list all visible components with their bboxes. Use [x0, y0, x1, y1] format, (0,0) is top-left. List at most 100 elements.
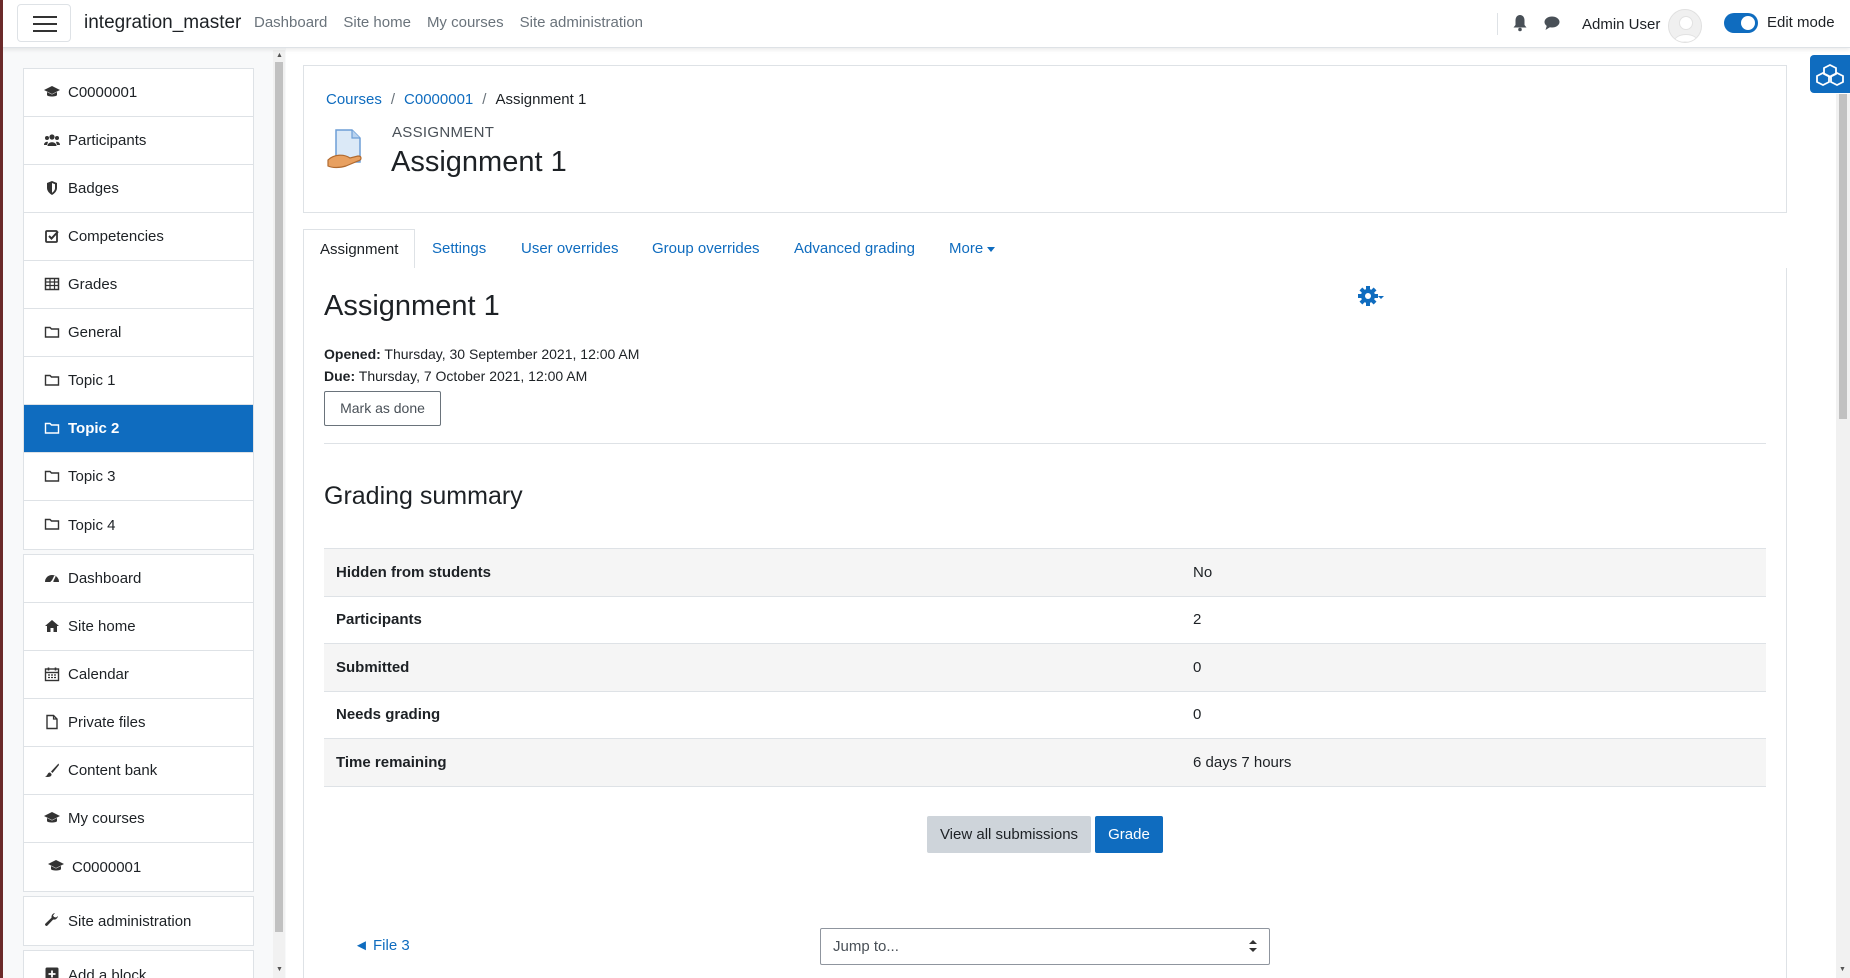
- gear-icon[interactable]: [1358, 284, 1384, 308]
- drawer-item-course[interactable]: C0000001: [24, 69, 253, 117]
- view-all-submissions-button[interactable]: View all submissions: [927, 816, 1091, 853]
- drawer-item-general[interactable]: General: [24, 309, 253, 357]
- user-avatar-icon: [1673, 16, 1699, 42]
- shield-icon: [47, 181, 57, 195]
- drawer-item-topic-1[interactable]: Topic 1: [24, 357, 253, 405]
- calendar-icon: [44, 667, 60, 682]
- edit-mode-toggle[interactable]: [1724, 13, 1758, 33]
- drawer-item-grades[interactable]: Grades: [24, 261, 253, 309]
- drawer-item-competencies[interactable]: Competencies: [24, 213, 253, 261]
- tab-user-overrides[interactable]: User overrides: [521, 229, 619, 269]
- drawer-item-participants[interactable]: Participants: [24, 117, 253, 165]
- grading-summary-title: Grading summary: [324, 482, 523, 510]
- tab-advanced-grading[interactable]: Advanced grading: [794, 229, 915, 269]
- drawer-item-content-bank[interactable]: Content bank: [24, 747, 253, 795]
- drawer-item-label: My courses: [68, 810, 145, 827]
- add-block-button[interactable]: Add a block: [24, 951, 253, 978]
- site-navigation-block: Dashboard Site home Calendar Private fil…: [23, 554, 254, 892]
- drawer-item-topic-3[interactable]: Topic 3: [24, 453, 253, 501]
- course-navigation-block: C0000001 Participants Badges Competencie…: [23, 68, 254, 550]
- dashboard-icon: [45, 575, 59, 584]
- page-scrollbar[interactable]: [1836, 94, 1850, 978]
- scroll-up-arrow-icon[interactable]: ▲: [276, 52, 283, 59]
- window-edge: [0, 0, 3, 978]
- opened-label: Opened:: [324, 346, 381, 362]
- breadcrumb-courses-link[interactable]: Courses: [326, 91, 382, 108]
- drawer-item-course-c0000001[interactable]: C0000001: [24, 843, 253, 891]
- folder-icon: [44, 326, 60, 338]
- chat-icon[interactable]: [1543, 14, 1561, 32]
- drawer-item-label: General: [68, 324, 122, 341]
- breadcrumb-separator: /: [390, 91, 396, 108]
- drawer-item-badges[interactable]: Badges: [24, 165, 253, 213]
- site-name-link[interactable]: integration_master: [84, 12, 241, 34]
- mark-as-done-button[interactable]: Mark as done: [324, 391, 441, 426]
- home-icon: [45, 620, 59, 632]
- drawer-item-private-files[interactable]: Private files: [24, 699, 253, 747]
- admin-block: Site administration: [23, 896, 254, 946]
- drawer-item-site-home[interactable]: Site home: [24, 603, 253, 651]
- table-row: Hidden from students No: [324, 549, 1766, 597]
- tab-group-overrides[interactable]: Group overrides: [652, 229, 760, 269]
- scroll-down-arrow-icon[interactable]: ▼: [276, 966, 283, 973]
- chevron-down-icon: [987, 246, 996, 252]
- drawer-toggle-button[interactable]: [17, 4, 71, 42]
- drawer-item-topic-4[interactable]: Topic 4: [24, 501, 253, 549]
- drawer-item-calendar[interactable]: Calendar: [24, 651, 253, 699]
- plus-square-icon: [45, 967, 59, 978]
- nav-divider: [1497, 13, 1498, 35]
- nav-dashboard-link[interactable]: Dashboard: [254, 14, 327, 31]
- graduation-cap-icon: [48, 860, 64, 871]
- drawer-item-site-administration[interactable]: Site administration: [24, 897, 253, 945]
- folder-icon: [44, 470, 60, 482]
- row-key: Hidden from students: [336, 563, 492, 581]
- breadcrumb: Courses / C0000001 / Assignment 1: [326, 91, 586, 108]
- activity-title: Assignment 1: [324, 290, 500, 322]
- grade-button[interactable]: Grade: [1095, 816, 1163, 853]
- tab-assignment[interactable]: Assignment: [303, 229, 416, 269]
- bell-icon[interactable]: [1512, 14, 1528, 32]
- drawer-item-dashboard[interactable]: Dashboard: [24, 555, 253, 603]
- row-value: No: [1193, 563, 1213, 581]
- folder-icon: [44, 374, 60, 386]
- drawer-item-label: Add a block: [68, 966, 147, 978]
- drawer-item-label: Competencies: [68, 228, 164, 245]
- folder-icon: [44, 518, 60, 530]
- file-icon: [46, 714, 58, 730]
- row-key: Needs grading: [336, 706, 441, 724]
- nav-site-admin-link[interactable]: Site administration: [520, 14, 643, 31]
- drawer-scrollbar-thumb[interactable]: [275, 62, 283, 932]
- tab-settings[interactable]: Settings: [432, 229, 486, 269]
- add-block-block: Add a block: [23, 950, 254, 978]
- due-label: Due:: [324, 368, 356, 384]
- drawer-item-topic-2[interactable]: Topic 2: [24, 405, 253, 453]
- drawer-item-label: Content bank: [68, 762, 158, 779]
- nav-my-courses-link[interactable]: My courses: [427, 14, 504, 31]
- graduation-cap-icon: [44, 86, 60, 97]
- assignment-icon: [327, 129, 362, 169]
- tab-more[interactable]: More: [949, 229, 996, 269]
- drawer-item-label: Topic 3: [68, 468, 116, 485]
- table-row: Time remaining 6 days 7 hours: [324, 739, 1766, 787]
- jump-to-select[interactable]: Jump to...: [820, 928, 1270, 965]
- nav-site-home-link[interactable]: Site home: [343, 14, 411, 31]
- table-icon: [44, 277, 60, 291]
- course-index-drawer: C0000001 Participants Badges Competencie…: [3, 48, 286, 978]
- breadcrumb-current: Assignment 1: [495, 91, 587, 108]
- due-date-row: Due: Thursday, 7 October 2021, 12:00 AM: [324, 365, 639, 387]
- breadcrumb-separator: /: [482, 91, 487, 108]
- block-drawer-toggle-button[interactable]: [1810, 55, 1850, 93]
- blocks-icon: [1816, 63, 1844, 87]
- row-key: Participants: [336, 611, 422, 629]
- avatar[interactable]: [1668, 9, 1702, 43]
- page-scroll-down-arrow-icon[interactable]: ▼: [1839, 966, 1846, 973]
- primary-navigation: Dashboard Site home My courses Site admi…: [254, 14, 643, 31]
- previous-activity-link[interactable]: ◄ File 3: [354, 937, 410, 954]
- user-name[interactable]: Admin User: [1582, 16, 1660, 33]
- drawer-scrollbar[interactable]: [273, 50, 285, 978]
- drawer-item-my-courses[interactable]: My courses: [24, 795, 253, 843]
- drawer-item-label: C0000001: [68, 84, 138, 101]
- drawer-item-label: Participants: [68, 132, 147, 149]
- breadcrumb-course-link[interactable]: C0000001: [404, 91, 473, 108]
- page-scrollbar-thumb[interactable]: [1839, 94, 1847, 419]
